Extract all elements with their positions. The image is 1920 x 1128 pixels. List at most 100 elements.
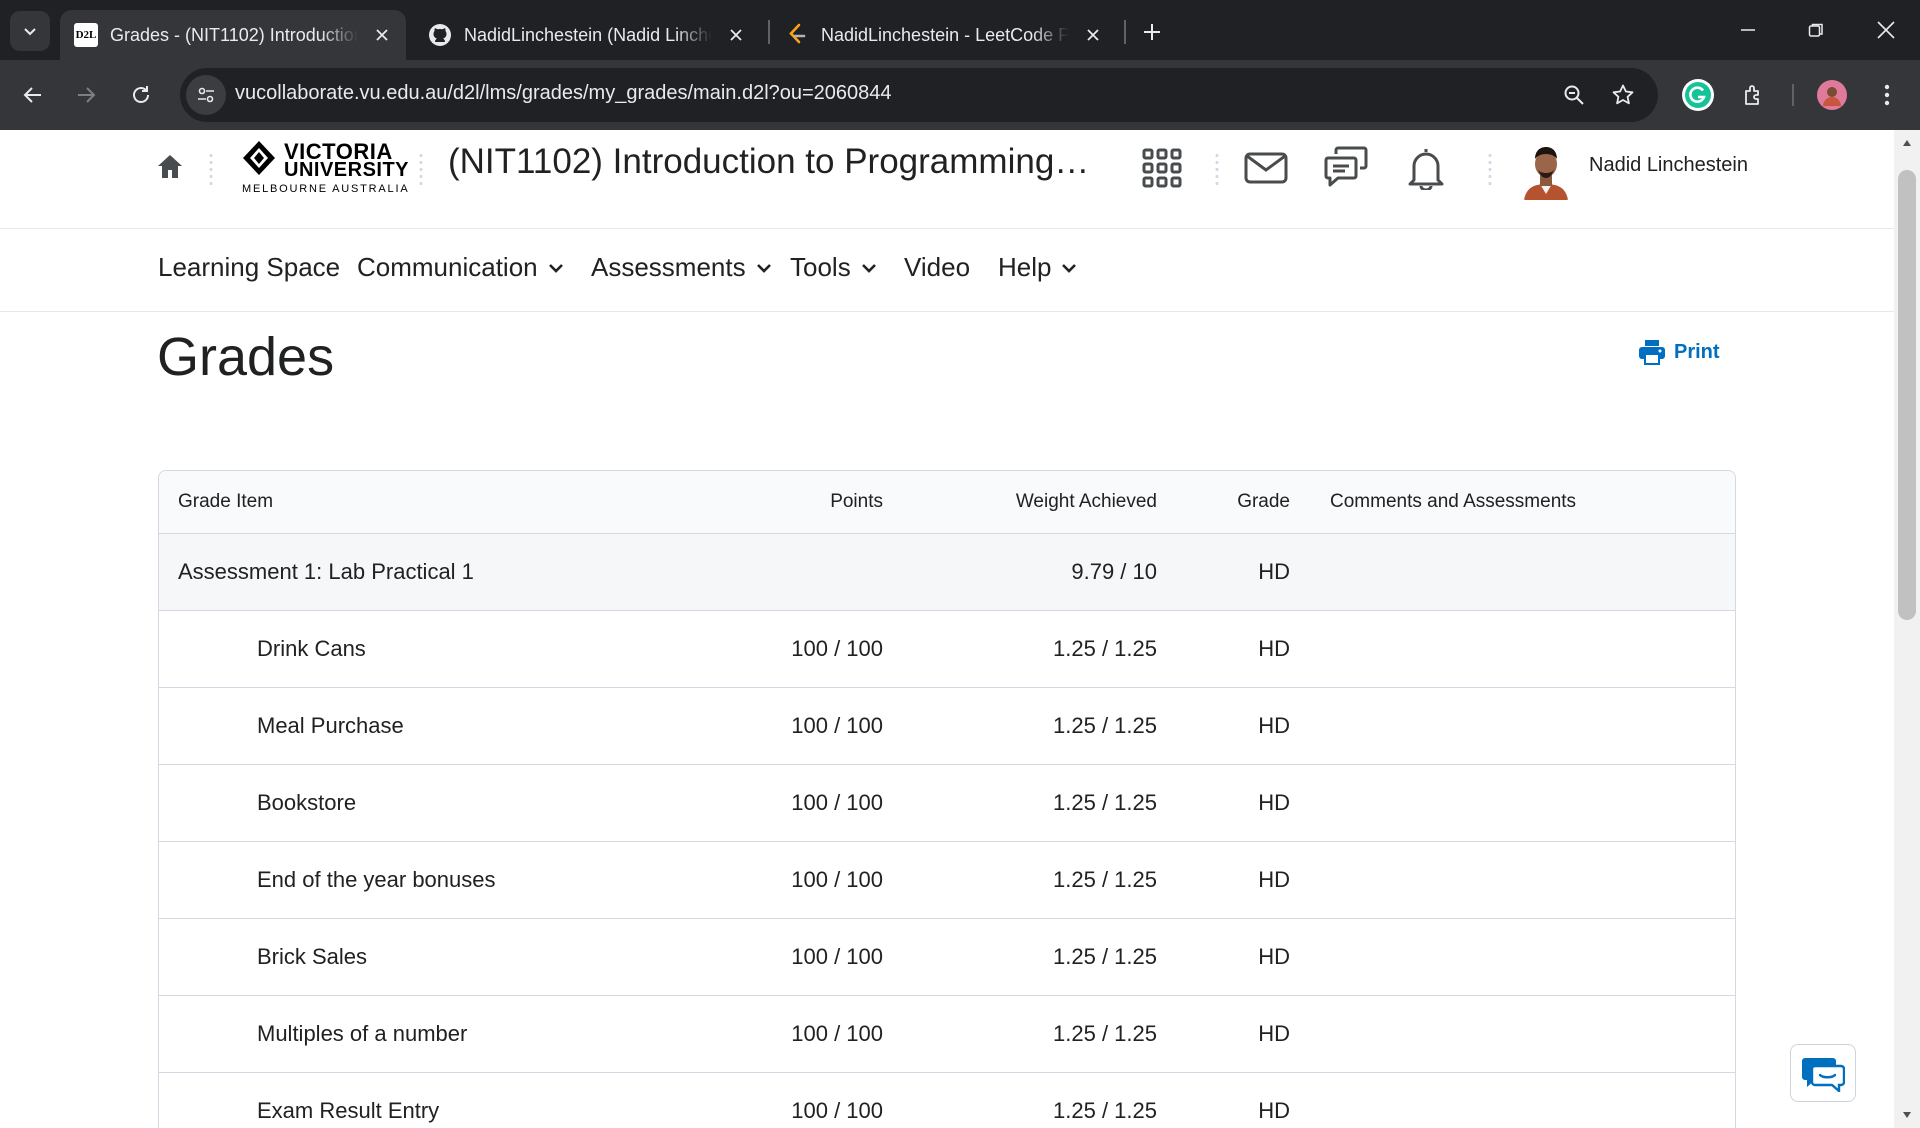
- grade-weight: 1.25 / 1.25: [1053, 944, 1157, 969]
- grammarly-icon[interactable]: [1679, 76, 1717, 114]
- grade-weight: 1.25 / 1.25: [1053, 1098, 1157, 1123]
- tab-github[interactable]: NadidLinchestein (Nadid Linchestein): [414, 10, 760, 60]
- arrow-right-icon: [78, 87, 96, 103]
- plus-icon: [1144, 24, 1160, 40]
- grade-item-name: Exam Result Entry: [257, 1098, 440, 1123]
- divider: [209, 152, 213, 186]
- scrollbar-thumb[interactable]: [1898, 170, 1916, 620]
- tab-grades[interactable]: D2L Grades - (NIT1102) Introduction to P…: [60, 10, 406, 60]
- grade-item-name: Meal Purchase: [257, 713, 404, 738]
- browser-toolbar: vucollaborate.vu.edu.au/d2l/lms/grades/m…: [0, 60, 1920, 130]
- column-header-grade-item: Grade Item: [178, 491, 274, 512]
- tab-leetcode[interactable]: NadidLinchestein - LeetCode Profile: [771, 10, 1117, 60]
- grade-symbol: HD: [1258, 713, 1290, 738]
- tab-separator: [768, 20, 770, 44]
- nav-learning-space[interactable]: Learning Space: [158, 252, 340, 283]
- divider: [419, 152, 423, 186]
- grade-points: 100 / 100: [791, 944, 883, 969]
- forward-button[interactable]: [65, 74, 107, 116]
- scroll-down-arrow-icon[interactable]: [1894, 1102, 1920, 1128]
- nav-help[interactable]: Help: [998, 252, 1077, 283]
- chevron-down-icon: [756, 263, 771, 273]
- arrow-left-icon: [23, 87, 41, 103]
- course-selector-grid-icon[interactable]: [1140, 146, 1184, 190]
- grade-item-name: Bookstore: [257, 790, 357, 815]
- address-bar[interactable]: vucollaborate.vu.edu.au/d2l/lms/grades/m…: [180, 68, 1658, 122]
- new-tab-button[interactable]: [1134, 14, 1170, 50]
- table-row: Exam Result Entry 100 / 100 1.25 / 1.25 …: [159, 1073, 1735, 1128]
- user-name[interactable]: Nadid Linchestein: [1589, 154, 1748, 177]
- nav-communication[interactable]: Communication: [357, 252, 564, 283]
- nav-label: Communication: [357, 252, 538, 282]
- chat-bubble-icon: [1802, 1058, 1845, 1092]
- leetcode-icon: [785, 23, 809, 47]
- logo-text-line2: UNIVERSITY: [284, 159, 410, 181]
- table-row: Meal Purchase 100 / 100 1.25 / 1.25 HD: [159, 688, 1735, 765]
- table-row: Multiples of a number 100 / 100 1.25 / 1…: [159, 996, 1735, 1073]
- close-icon[interactable]: [726, 25, 746, 45]
- divider: [1488, 152, 1492, 186]
- grade-points: 100 / 100: [791, 790, 883, 815]
- grade-item-name: Assessment 1: Lab Practical 1: [178, 559, 474, 584]
- close-window-button[interactable]: [1852, 0, 1920, 60]
- table-row: Bookstore 100 / 100 1.25 / 1.25 HD: [159, 765, 1735, 842]
- browser-menu-icon[interactable]: [1868, 76, 1906, 114]
- restore-button[interactable]: [1782, 0, 1850, 60]
- nav-label: Learning Space: [158, 252, 341, 282]
- close-icon[interactable]: [1083, 25, 1103, 45]
- url-text[interactable]: vucollaborate.vu.edu.au/d2l/lms/grades/m…: [235, 82, 892, 105]
- table-row: Brick Sales 100 / 100 1.25 / 1.25 HD: [159, 919, 1735, 996]
- grade-symbol: HD: [1258, 559, 1290, 584]
- grade-symbol: HD: [1258, 944, 1290, 969]
- tab-title: NadidLinchestein - LeetCode Profile: [821, 24, 1070, 45]
- grade-symbol: HD: [1258, 636, 1290, 661]
- nav-label: Assessments: [591, 252, 746, 282]
- chat-messages-icon[interactable]: [1322, 144, 1370, 190]
- tab-title: Grades - (NIT1102) Introduction to Progr…: [110, 24, 359, 45]
- grade-weight: 1.25 / 1.25: [1053, 790, 1157, 815]
- print-label: Print: [1674, 340, 1720, 363]
- restore-icon: [1808, 23, 1823, 37]
- profile-avatar-icon[interactable]: [1813, 76, 1851, 114]
- table-row: End of the year bonuses 100 / 100 1.25 /…: [159, 842, 1735, 919]
- back-button[interactable]: [12, 74, 54, 116]
- chat-support-button[interactable]: [1790, 1044, 1856, 1102]
- nav-tools[interactable]: Tools: [790, 252, 877, 283]
- printer-icon: [1639, 340, 1665, 365]
- grade-points: 100 / 100: [791, 636, 883, 661]
- minimize-icon: [1741, 29, 1755, 31]
- nav-assessments[interactable]: Assessments: [591, 252, 772, 283]
- notifications-bell-icon[interactable]: [1404, 144, 1448, 192]
- tab-search-button[interactable]: [10, 11, 50, 51]
- site-info-icon[interactable]: [186, 75, 226, 115]
- tab-separator: [1124, 20, 1126, 44]
- zoom-icon[interactable]: [1558, 79, 1590, 111]
- bookmark-star-icon[interactable]: [1607, 79, 1639, 111]
- tab-title: NadidLinchestein (Nadid Linchestein): [464, 24, 712, 45]
- nav-label: Help: [998, 252, 1052, 282]
- university-logo[interactable]: VICTORIA UNIVERSITY MELBOURNE AUSTRALIA: [240, 138, 409, 198]
- chevron-down-icon: [24, 28, 36, 36]
- print-button[interactable]: Print: [1638, 338, 1720, 366]
- minimize-button[interactable]: [1714, 0, 1782, 60]
- grade-symbol: HD: [1258, 790, 1290, 815]
- scroll-up-arrow-icon[interactable]: [1894, 130, 1920, 156]
- user-avatar[interactable]: [1520, 142, 1572, 200]
- nav-label: Video: [904, 252, 971, 282]
- course-title[interactable]: (NIT1102) Introduction to Programming - …: [448, 142, 1098, 182]
- nav-video[interactable]: Video: [904, 252, 970, 283]
- page-scrollbar[interactable]: [1894, 130, 1920, 1128]
- reload-button[interactable]: [120, 74, 162, 116]
- chevron-down-icon: [1062, 263, 1077, 273]
- page-title: Grades: [157, 327, 335, 387]
- grade-symbol: HD: [1258, 1098, 1290, 1123]
- home-icon[interactable]: [155, 152, 185, 182]
- divider: [1215, 152, 1219, 186]
- close-icon[interactable]: [372, 25, 392, 45]
- grade-symbol: HD: [1258, 867, 1290, 892]
- grade-item-name: Drink Cans: [257, 636, 366, 661]
- extensions-icon[interactable]: [1735, 76, 1773, 114]
- grade-points: 100 / 100: [791, 1098, 883, 1123]
- table-row: Drink Cans 100 / 100 1.25 / 1.25 HD: [159, 611, 1735, 688]
- email-icon[interactable]: [1242, 146, 1290, 190]
